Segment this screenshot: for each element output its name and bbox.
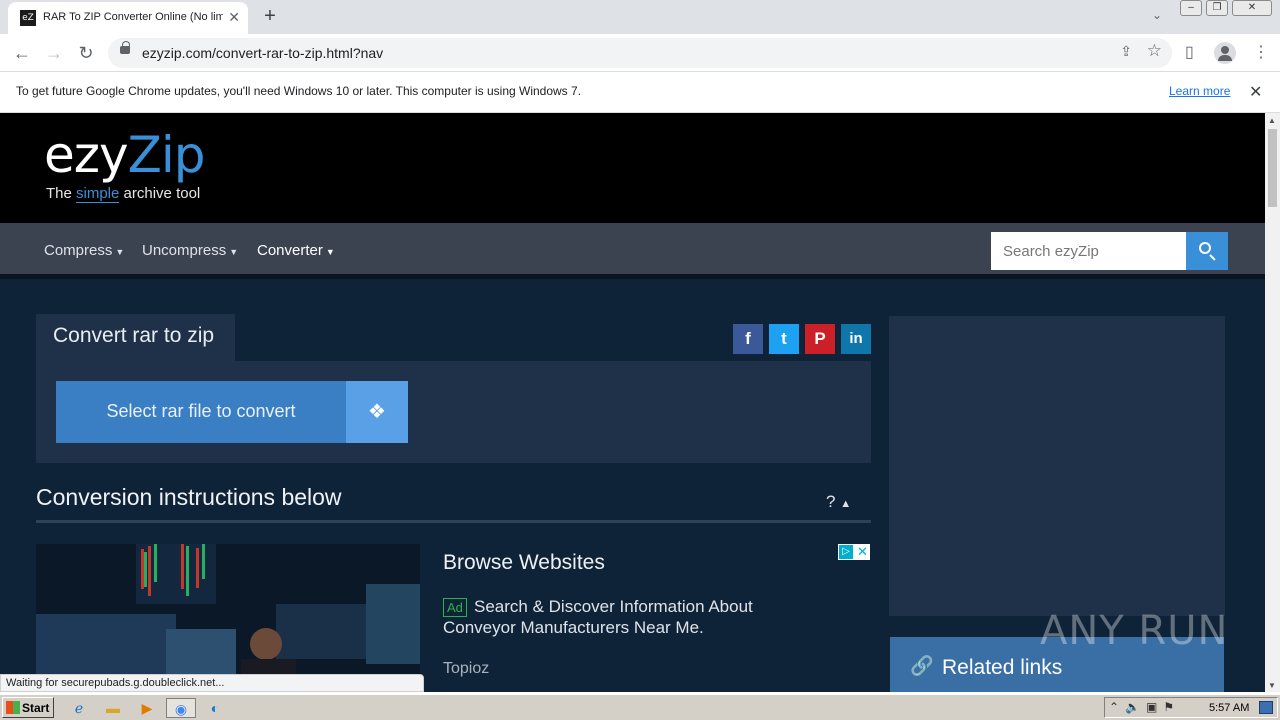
menu-kebab-icon[interactable]: ⋮ bbox=[1253, 42, 1269, 62]
back-icon[interactable]: ← bbox=[10, 41, 34, 65]
browser-toolbar: ← → ↻ ezyzip.com/convert-rar-to-zip.html… bbox=[0, 34, 1280, 72]
tab-search-icon[interactable]: ⌄ bbox=[1152, 8, 1162, 22]
tab-strip: eZ RAR To ZIP Converter Online (No lim ✕… bbox=[0, 0, 1280, 34]
instructions-toggle[interactable]: ? ▲ bbox=[826, 492, 851, 512]
infobar-message: To get future Google Chrome updates, you… bbox=[16, 84, 582, 98]
site-header: ezyZip The simple archive tool bbox=[0, 113, 1265, 223]
search-button[interactable] bbox=[1186, 232, 1228, 270]
dropbox-icon: ❖ bbox=[368, 401, 386, 423]
chrome-icon[interactable]: ◉ bbox=[166, 698, 196, 718]
update-infobar: To get future Google Chrome updates, you… bbox=[0, 72, 1280, 113]
ad-text[interactable]: Search & Discover Information About Conv… bbox=[443, 596, 803, 638]
minimize-button[interactable]: – bbox=[1180, 0, 1202, 16]
forward-icon[interactable]: → bbox=[42, 41, 66, 65]
nav-uncompress[interactable]: Uncompress ▼ bbox=[142, 242, 238, 259]
nav-compress[interactable]: Compress ▼ bbox=[44, 242, 124, 259]
infobar-close-icon[interactable]: ✕ bbox=[1249, 82, 1262, 102]
system-tray: ⌃🔈▣⚑ 5:57 AM bbox=[1104, 697, 1278, 718]
converter-title: Convert rar to zip bbox=[53, 324, 215, 347]
new-tab-button[interactable]: + bbox=[258, 5, 282, 28]
logo-text-ezy: ezy bbox=[44, 126, 129, 184]
ezyzip-logo[interactable]: ezyZip The simple archive tool bbox=[44, 125, 206, 203]
search-icon bbox=[1199, 242, 1211, 254]
web-page: ezyZip The simple archive tool Compress ▼… bbox=[0, 113, 1265, 692]
edge-icon[interactable]: ◐ bbox=[204, 698, 226, 718]
profile-avatar-icon[interactable] bbox=[1214, 42, 1236, 64]
anyrun-watermark: ANY RUN bbox=[1040, 608, 1229, 654]
lock-icon[interactable] bbox=[120, 41, 130, 54]
nav-converter[interactable]: Converter ▼ bbox=[257, 242, 335, 259]
chevron-down-icon: ▼ bbox=[325, 247, 335, 257]
explorer-folder-icon[interactable]: ▬ bbox=[102, 698, 124, 718]
close-window-button[interactable]: ✕ bbox=[1232, 0, 1272, 16]
start-button[interactable]: Start bbox=[2, 697, 54, 718]
show-desktop-icon[interactable] bbox=[1259, 701, 1273, 714]
site-nav: Compress ▼ Uncompress ▼ Converter ▼ bbox=[0, 223, 1265, 279]
select-file-label: Select rar file to convert bbox=[106, 401, 296, 421]
scroll-up-icon[interactable]: ▲ bbox=[1268, 116, 1276, 125]
media-player-icon[interactable]: ▶ bbox=[136, 698, 158, 718]
logo-text-zip: Zip bbox=[127, 126, 206, 184]
ad-title[interactable]: Browse Websites bbox=[443, 551, 605, 575]
address-bar[interactable]: ezyzip.com/convert-rar-to-zip.html?nav ⇪… bbox=[108, 38, 1172, 68]
logo-tagline: The simple archive tool bbox=[46, 185, 201, 203]
select-file-button[interactable]: Select rar file to convert bbox=[56, 381, 346, 443]
learn-more-link[interactable]: Learn more bbox=[1169, 84, 1230, 98]
dropbox-button[interactable]: ❖ bbox=[346, 381, 408, 443]
tab-title: RAR To ZIP Converter Online (No lim bbox=[43, 11, 223, 23]
page-scrollbar[interactable]: ▲ ▼ bbox=[1265, 113, 1280, 692]
ad-image[interactable] bbox=[36, 544, 420, 692]
reload-icon[interactable]: ↻ bbox=[74, 41, 98, 65]
windows-logo-icon bbox=[6, 701, 20, 714]
chevron-down-icon: ▼ bbox=[229, 247, 239, 257]
pinterest-share-icon[interactable]: P bbox=[805, 324, 835, 354]
scroll-thumb[interactable] bbox=[1268, 129, 1277, 207]
sidebar-ad-slot bbox=[889, 316, 1225, 616]
share-icon[interactable]: ⇪ bbox=[1120, 43, 1132, 60]
scroll-down-icon[interactable]: ▼ bbox=[1268, 681, 1276, 690]
tray-icons[interactable]: ⌃🔈▣⚑ bbox=[1109, 700, 1180, 714]
clock[interactable]: 5:57 AM bbox=[1209, 702, 1249, 714]
linkedin-share-icon[interactable]: in bbox=[841, 324, 871, 354]
divider bbox=[36, 520, 871, 523]
related-links-label: Related links bbox=[942, 656, 1063, 679]
maximize-button[interactable]: ❐ bbox=[1206, 0, 1228, 16]
help-icon: ? bbox=[826, 492, 836, 511]
adchoices-icon[interactable]: ▷ ✕ bbox=[838, 544, 870, 560]
ie-icon[interactable]: ℯ bbox=[68, 698, 90, 718]
twitter-share-icon[interactable]: t bbox=[769, 324, 799, 354]
window-controls: – ❐ ✕ bbox=[1180, 0, 1272, 18]
instructions-heading: Conversion instructions below bbox=[36, 484, 342, 510]
facebook-share-icon[interactable]: f bbox=[733, 324, 763, 354]
bookmark-star-icon[interactable]: ☆ bbox=[1147, 41, 1162, 61]
url-text[interactable]: ezyzip.com/convert-rar-to-zip.html?nav bbox=[142, 45, 383, 61]
side-panel-icon[interactable]: ▯ bbox=[1185, 42, 1194, 62]
browser-tab[interactable]: eZ RAR To ZIP Converter Online (No lim ✕ bbox=[8, 2, 248, 34]
chevron-up-icon: ▲ bbox=[840, 498, 852, 510]
chevron-down-icon: ▼ bbox=[115, 247, 125, 257]
close-ad-icon[interactable]: ✕ bbox=[855, 544, 870, 560]
favicon-icon: eZ bbox=[20, 10, 36, 26]
windows-taskbar: Start ℯ ▬ ▶ ◉ ◐ ⌃🔈▣⚑ 5:57 AM bbox=[0, 694, 1280, 720]
site-search bbox=[991, 232, 1187, 270]
close-tab-icon[interactable]: ✕ bbox=[228, 9, 240, 26]
ad-source[interactable]: Topioz bbox=[443, 660, 489, 678]
status-bubble: Waiting for securepubads.g.doubleclick.n… bbox=[0, 674, 424, 692]
link-icon: 🔗 bbox=[910, 656, 934, 677]
converter-tab: Convert rar to zip bbox=[36, 314, 235, 361]
search-input[interactable] bbox=[991, 232, 1187, 270]
